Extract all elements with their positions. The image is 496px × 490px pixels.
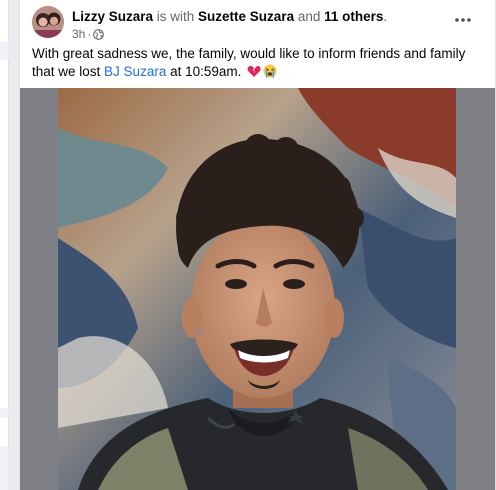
post-photo[interactable] <box>58 88 456 490</box>
avatar[interactable] <box>32 6 64 38</box>
left-panel-segment <box>0 0 9 42</box>
author-name[interactable]: Lizzy Suzara <box>72 9 153 24</box>
globe-icon[interactable] <box>93 28 105 40</box>
left-panel-segment <box>0 418 9 446</box>
left-panel-segment <box>0 60 9 408</box>
crying-face-emoji <box>263 64 277 83</box>
post-card: Lizzy Suzara is with Suzette Suzara and … <box>19 0 496 490</box>
tagged-person[interactable]: Suzette Suzara <box>198 9 294 24</box>
post-time[interactable]: 3h <box>72 27 85 41</box>
post-media <box>20 88 495 490</box>
author-line: Lizzy Suzara is with Suzette Suzara and … <box>72 9 387 24</box>
with-text: is with <box>153 9 199 24</box>
post-header: Lizzy Suzara is with Suzette Suzara and … <box>32 6 483 41</box>
message-text-end: at 10:59am. <box>166 64 242 79</box>
and-text: and <box>294 9 325 24</box>
post-message: With great sadness we, the family, would… <box>32 45 480 83</box>
more-horizontal-icon <box>455 18 471 22</box>
post-meta: 3h · <box>72 27 105 41</box>
left-panel-edge <box>0 0 9 490</box>
more-options-button[interactable] <box>451 10 475 30</box>
separator-dot: · <box>87 27 92 41</box>
others-link[interactable]: 11 others <box>324 9 383 24</box>
mention-link[interactable]: BJ Suzara <box>104 64 166 79</box>
avatar-image <box>32 6 64 38</box>
broken-heart-emoji <box>247 65 261 83</box>
portrait-image <box>58 88 456 490</box>
period: . <box>383 9 388 24</box>
